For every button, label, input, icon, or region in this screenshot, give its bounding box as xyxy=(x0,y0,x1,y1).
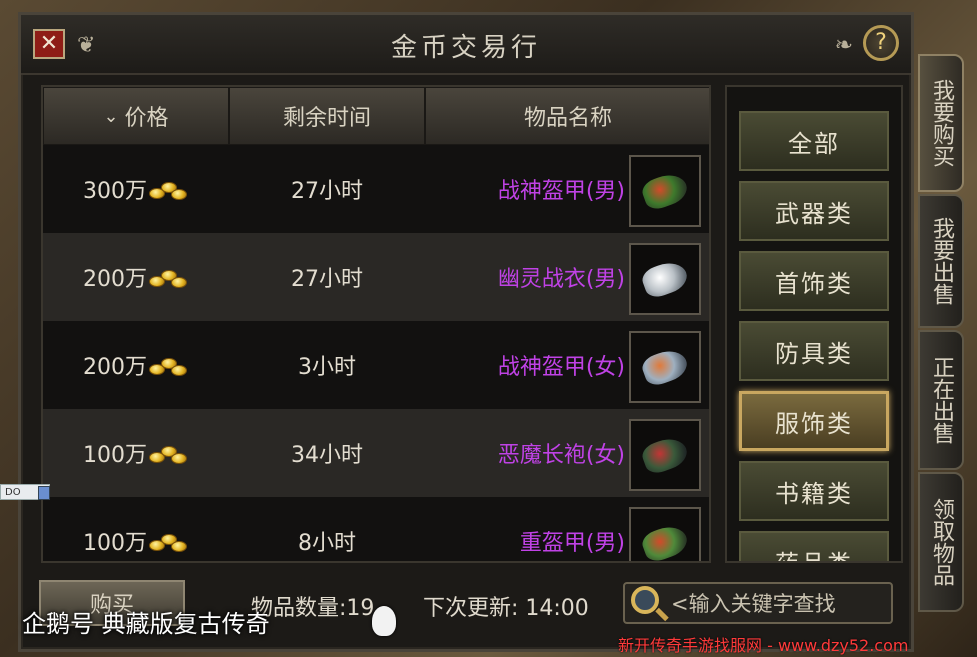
left-widget-label: DO xyxy=(5,486,21,498)
time-left-cell: 34小时 xyxy=(291,443,363,468)
item-list: ⌄ 价格 剩余时间 物品名称 300万 27小时 战神盔甲(男) 200万 27… xyxy=(41,85,711,563)
tab-label: 我要购买 xyxy=(929,79,954,167)
scroll-ornament-right: ❧ xyxy=(834,33,853,58)
tab-label: 领取物品 xyxy=(929,498,954,586)
tab-now-selling[interactable]: 正在出售 xyxy=(918,330,964,470)
price-value: 200万 xyxy=(83,267,147,292)
category-panel: 全部 武器类 首饰类 防具类 服饰类 书籍类 药品类 xyxy=(725,85,903,563)
search-input[interactable]: <输入关键字查找 xyxy=(623,582,893,624)
tab-label: 正在出售 xyxy=(929,356,954,444)
search-placeholder: <输入关键字查找 xyxy=(671,592,836,616)
price-cell: 100万 xyxy=(83,409,189,497)
price-cell: 200万 xyxy=(83,233,189,321)
time-left-cell: 8小时 xyxy=(298,531,356,556)
site-watermark: 新开传奇手游找服网 - www.dzy52.com xyxy=(618,636,909,655)
widget-icon xyxy=(38,486,50,500)
next-update-time: 下次更新: 14:00 xyxy=(423,596,589,621)
category-all-button[interactable]: 全部 xyxy=(739,111,889,171)
item-name-cell: 重盔甲(男) xyxy=(519,531,625,556)
price-cell: 100万 xyxy=(83,497,189,561)
price-value: 300万 xyxy=(83,179,147,204)
gold-coin-icon xyxy=(147,266,189,288)
gold-coin-icon xyxy=(147,178,189,200)
tab-label: 我要出售 xyxy=(929,217,954,305)
table-row[interactable]: 200万 27小时 幽灵战衣(男) xyxy=(43,233,709,321)
armor-item-icon[interactable] xyxy=(629,243,701,315)
item-name-cell: 战神盔甲(女) xyxy=(497,355,625,380)
trade-window: ✕ ❦ 金币交易行 ❧ ? ⌄ 价格 剩余时间 物品名称 300万 27小时 战… xyxy=(18,12,914,652)
item-name-cell: 恶魔长袍(女) xyxy=(497,443,625,468)
price-column-header[interactable]: ⌄ 价格 xyxy=(43,87,229,145)
category-armor-button[interactable]: 防具类 xyxy=(739,321,889,381)
price-cell: 300万 xyxy=(83,145,189,233)
item-name-column-header[interactable]: 物品名称 xyxy=(425,87,709,145)
tab-want-to-sell[interactable]: 我要出售 xyxy=(918,194,964,328)
table-header: ⌄ 价格 剩余时间 物品名称 xyxy=(43,87,709,145)
category-weapons-button[interactable]: 武器类 xyxy=(739,181,889,241)
watermark-text: 企鹅号 典藏版复古传奇 xyxy=(22,610,270,638)
price-value: 100万 xyxy=(83,443,147,468)
table-row[interactable]: 200万 3小时 战神盔甲(女) xyxy=(43,321,709,409)
table-row[interactable]: 300万 27小时 战神盔甲(男) xyxy=(43,145,709,233)
tab-claim-items[interactable]: 领取物品 xyxy=(918,472,964,612)
category-potions-button[interactable]: 药品类 xyxy=(739,531,889,561)
time-left-cell: 27小时 xyxy=(291,179,363,204)
time-left-cell: 3小时 xyxy=(298,355,356,380)
gold-coin-icon xyxy=(147,354,189,376)
window-title: 金币交易行 xyxy=(390,33,541,63)
category-clothing-button[interactable]: 服饰类 xyxy=(739,391,889,451)
help-button[interactable]: ? xyxy=(863,25,899,61)
title-bar: ✕ ❦ 金币交易行 ❧ ? xyxy=(21,15,911,75)
item-name-cell: 幽灵战衣(男) xyxy=(497,267,625,292)
penguin-icon xyxy=(372,606,396,636)
table-row[interactable]: 100万 8小时 重盔甲(男) xyxy=(43,497,709,561)
gold-coin-icon xyxy=(147,530,189,552)
item-name-cell: 战神盔甲(男) xyxy=(497,179,625,204)
tab-want-to-buy[interactable]: 我要购买 xyxy=(918,54,964,192)
category-books-button[interactable]: 书籍类 xyxy=(739,461,889,521)
gold-coin-icon xyxy=(147,442,189,464)
table-row[interactable]: 100万 34小时 恶魔长袍(女) xyxy=(43,409,709,497)
price-cell: 200万 xyxy=(83,321,189,409)
category-jewelry-button[interactable]: 首饰类 xyxy=(739,251,889,311)
price-header-label: 价格 xyxy=(124,106,169,131)
search-icon[interactable] xyxy=(631,586,659,614)
chevron-down-icon: ⌄ xyxy=(103,105,119,127)
time-left-column-header[interactable]: 剩余时间 xyxy=(229,87,425,145)
robe-item-icon[interactable] xyxy=(629,419,701,491)
price-value: 100万 xyxy=(83,531,147,556)
armor-item-icon[interactable] xyxy=(629,507,701,561)
armor-item-icon[interactable] xyxy=(629,155,701,227)
time-left-cell: 27小时 xyxy=(291,267,363,292)
armor-item-icon[interactable] xyxy=(629,331,701,403)
price-value: 200万 xyxy=(83,355,147,380)
